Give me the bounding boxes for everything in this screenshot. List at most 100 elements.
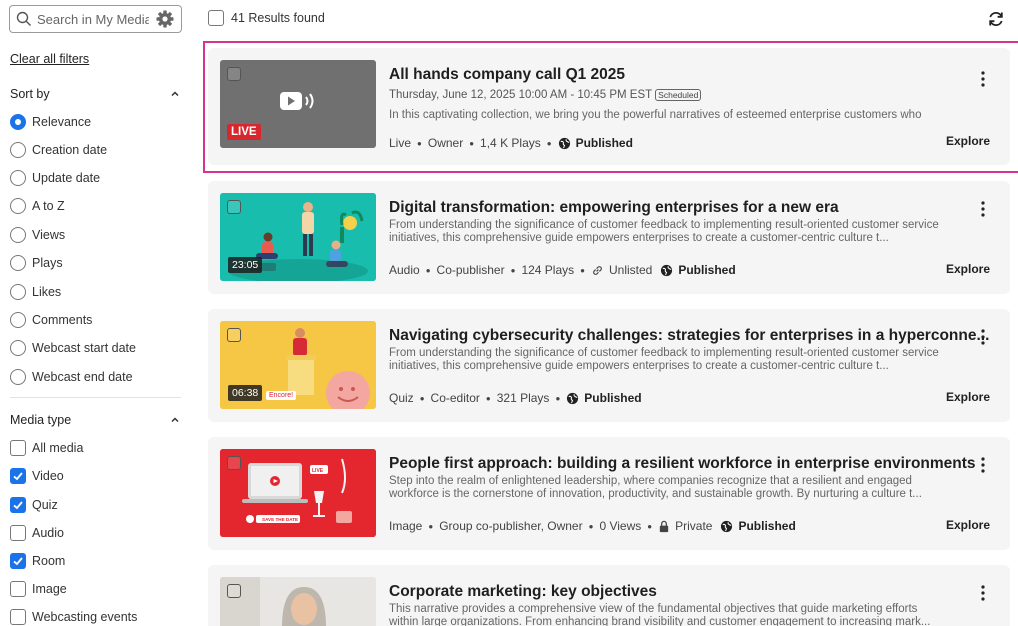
card-description: Step into the realm of enlightened leade…: [389, 475, 922, 500]
option-label: All media: [32, 441, 84, 455]
meta-role: Group co-publisher, Owner: [439, 519, 583, 533]
media-type-header[interactable]: Media type: [10, 413, 180, 427]
gear-icon[interactable]: [155, 9, 175, 29]
dot-separator: ●: [428, 521, 434, 531]
media-option-webcasting-events[interactable]: Webcasting events: [10, 608, 137, 626]
thumbnail[interactable]: 23:05: [220, 193, 376, 281]
card-title[interactable]: Corporate marketing: key objectives: [389, 583, 657, 601]
dot-separator: ●: [555, 393, 561, 403]
card-checkbox[interactable]: [227, 456, 241, 470]
explore-link[interactable]: Explore: [946, 390, 990, 404]
media-card[interactable]: LIVE SAVE THE DATE People first approach…: [208, 437, 1010, 550]
card-description: This narrative provides a comprehensive …: [389, 603, 931, 626]
option-label: Likes: [32, 285, 62, 299]
card-description: From understanding the significance of c…: [389, 347, 939, 372]
sort-option-update-date[interactable]: Update date: [10, 169, 100, 187]
explore-link[interactable]: Explore: [946, 518, 990, 532]
radio[interactable]: [10, 340, 26, 356]
portrait-illustration: [220, 577, 376, 626]
more-options-icon[interactable]: [981, 585, 985, 601]
card-title[interactable]: People first approach: building a resili…: [389, 455, 976, 473]
sort-option-views[interactable]: Views: [10, 226, 65, 244]
radio[interactable]: [10, 369, 26, 385]
dot-separator: ●: [580, 265, 585, 275]
sort-option-webcast-start-date[interactable]: Webcast start date: [10, 339, 136, 357]
thumbnail[interactable]: 06:38 Encore!: [220, 321, 376, 409]
dot-separator: ●: [425, 265, 431, 275]
meta-role: Co-publisher: [436, 263, 505, 277]
sort-by-title: Sort by: [10, 87, 50, 101]
option-label: Audio: [32, 526, 64, 540]
card-checkbox[interactable]: [227, 200, 241, 214]
results-bar: 41 Results found: [208, 10, 325, 26]
thumbnail[interactable]: LIVE SAVE THE DATE: [220, 449, 376, 537]
radio[interactable]: [10, 170, 26, 186]
globe-icon: [661, 264, 673, 276]
sort-option-plays[interactable]: Plays: [10, 254, 63, 272]
explore-link[interactable]: Explore: [946, 262, 990, 276]
radio-checked[interactable]: [10, 114, 26, 130]
card-checkbox[interactable]: [227, 584, 241, 598]
sort-option-creation-date[interactable]: Creation date: [10, 141, 107, 159]
card-title[interactable]: Navigating cybersecurity challenges: str…: [389, 327, 989, 345]
option-label: Webcast start date: [32, 341, 136, 355]
chevron-up-icon: [171, 417, 179, 423]
radio[interactable]: [10, 227, 26, 243]
checkbox[interactable]: [10, 525, 26, 541]
media-card[interactable]: 23:05 Digital transformation: empowering…: [208, 181, 1010, 294]
visibility-text: Private: [675, 519, 713, 533]
media-option-image[interactable]: Image: [10, 580, 67, 598]
checkbox[interactable]: [10, 581, 26, 597]
more-options-icon[interactable]: [981, 457, 985, 473]
card-description: From understanding the significance of c…: [389, 219, 939, 244]
radio[interactable]: [10, 312, 26, 328]
more-options-icon[interactable]: [981, 329, 985, 345]
sort-option-likes[interactable]: Likes: [10, 283, 61, 301]
search-input[interactable]: [37, 11, 149, 27]
media-option-all-media[interactable]: All media: [10, 439, 83, 457]
checkbox[interactable]: [10, 440, 26, 456]
check-icon: [13, 557, 23, 566]
more-options-icon[interactable]: [981, 201, 985, 217]
meta-type: Quiz: [389, 391, 414, 405]
refresh-icon[interactable]: [986, 9, 1006, 29]
filters-sidebar: Clear all filters Sort by Relevance Crea…: [0, 0, 192, 626]
unlisted-status: Unlisted: [591, 263, 652, 277]
duration-badge: 23:05: [228, 257, 263, 273]
checkbox-checked[interactable]: [10, 497, 26, 513]
sort-option-comments[interactable]: Comments: [10, 311, 92, 329]
radio[interactable]: [10, 284, 26, 300]
card-checkbox[interactable]: [227, 328, 241, 342]
radio[interactable]: [10, 198, 26, 214]
media-option-audio[interactable]: Audio: [10, 524, 64, 542]
meta-type: Audio: [389, 263, 420, 277]
select-all-checkbox[interactable]: [208, 10, 224, 26]
sort-option-relevance[interactable]: Relevance: [10, 113, 91, 131]
option-label: Video: [32, 469, 64, 483]
media-option-quiz[interactable]: Quiz: [10, 496, 58, 514]
checkbox-checked[interactable]: [10, 553, 26, 569]
sort-option-webcast-end-date[interactable]: Webcast end date: [10, 368, 133, 386]
thumbnail[interactable]: [220, 577, 376, 626]
encore-tag: Encore!: [266, 391, 297, 400]
sort-by-header[interactable]: Sort by: [10, 87, 180, 101]
clear-all-filters-link[interactable]: Clear all filters: [10, 52, 89, 66]
card-title[interactable]: Digital transformation: empowering enter…: [389, 199, 839, 217]
meta-plays: 321 Plays: [496, 391, 550, 405]
event-illustration: LIVE SAVE THE DATE: [220, 449, 376, 537]
sort-option-a-to-z[interactable]: A to Z: [10, 197, 65, 215]
radio[interactable]: [10, 255, 26, 271]
media-option-video[interactable]: Video: [10, 467, 64, 485]
media-option-room[interactable]: Room: [10, 552, 65, 570]
media-card[interactable]: 06:38 Encore! Navigating cybersecurity c…: [208, 309, 1010, 422]
checkbox-checked[interactable]: [10, 468, 26, 484]
status-text: Published: [678, 263, 736, 277]
option-label: Relevance: [32, 115, 92, 129]
meta-role: Co-editor: [430, 391, 480, 405]
published-status: Published: [660, 263, 736, 277]
media-card[interactable]: Corporate marketing: key objectives This…: [208, 565, 1010, 626]
checkbox[interactable]: [10, 609, 26, 625]
search-box[interactable]: [9, 5, 182, 33]
radio[interactable]: [10, 142, 26, 158]
option-label: Quiz: [32, 498, 58, 512]
